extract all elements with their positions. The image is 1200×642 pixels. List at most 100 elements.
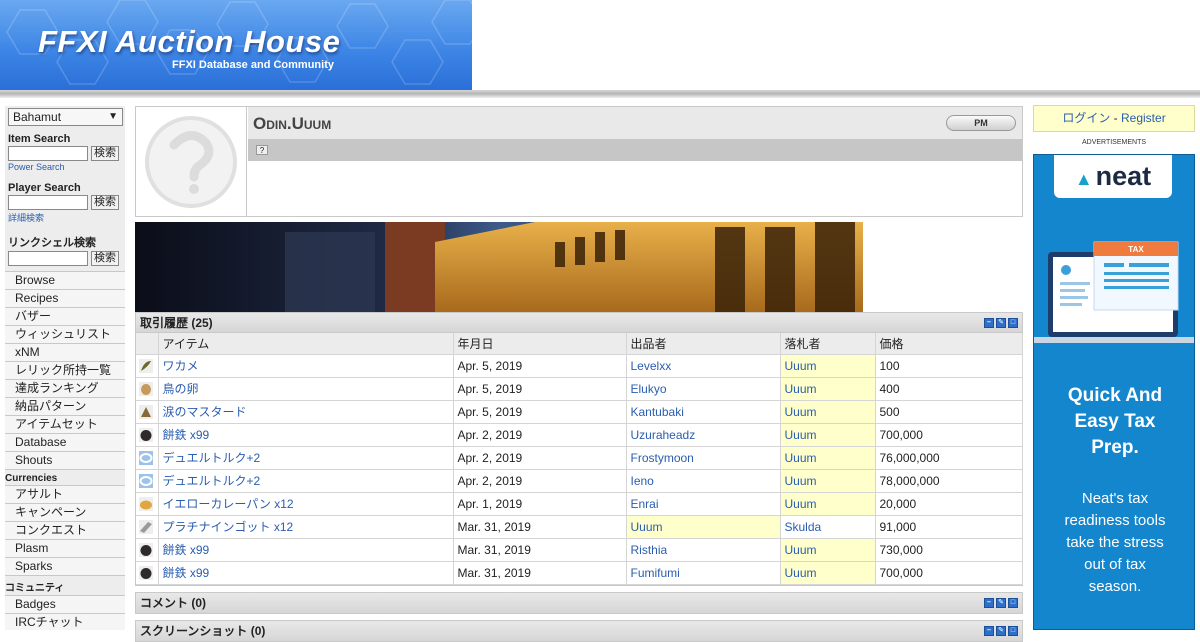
edit-icon[interactable]: ✎ [996, 597, 1006, 608]
bread-icon[interactable] [138, 496, 154, 512]
minimize-icon[interactable]: – [984, 625, 994, 636]
power-search-link[interactable]: Power Search [8, 162, 125, 172]
linkshell-search-button[interactable]: 検索 [91, 251, 119, 266]
item-link[interactable]: イエローカレーパン x12 [163, 497, 294, 511]
header-divider [0, 90, 1200, 98]
column-header-price[interactable]: 価格 [875, 333, 1023, 355]
buyer-link[interactable]: Uuum [785, 405, 817, 419]
sidebar-item-plasm[interactable]: Plasm [5, 539, 125, 557]
sidebar-item-badges[interactable]: Badges [5, 595, 125, 613]
ingot-icon[interactable] [138, 519, 154, 535]
ore-icon[interactable] [138, 565, 154, 581]
mustard-icon[interactable] [138, 404, 154, 420]
sidebar-item-assault[interactable]: アサルト [5, 485, 125, 503]
sidebar-item-database[interactable]: Database [5, 433, 125, 451]
egg-icon[interactable] [138, 381, 154, 397]
avatar [136, 107, 247, 216]
item-link[interactable]: 鳥の卵 [163, 382, 199, 396]
price-cell: 100 [875, 354, 1023, 378]
register-link[interactable]: Register [1121, 111, 1166, 125]
item-link[interactable]: 餅鉄 x99 [163, 428, 210, 442]
maximize-icon[interactable]: □ [1008, 597, 1018, 608]
buyer-link[interactable]: Uuum [785, 451, 817, 465]
table-row: 餅鉄 x99 Mar. 31, 2019 Fumifumi Uuum 700,000 [136, 561, 1023, 585]
buyer-link[interactable]: Uuum [785, 543, 817, 557]
seller-link[interactable]: Uuum [631, 520, 663, 534]
buyer-link[interactable]: Uuum [785, 382, 817, 396]
column-header-buyer[interactable]: 落札者 [780, 333, 876, 355]
edit-icon[interactable]: ✎ [996, 318, 1006, 328]
detail-search-link[interactable]: 詳細検索 [8, 211, 125, 224]
buyer-link[interactable]: Uuum [785, 428, 817, 442]
sidebar-item-item-sets[interactable]: アイテムセット [5, 415, 125, 433]
buyer-link[interactable]: Uuum [785, 359, 817, 373]
player-search-input[interactable] [8, 195, 88, 210]
maximize-icon[interactable]: □ [1008, 318, 1018, 328]
seller-link[interactable]: Elukyo [631, 382, 667, 396]
advertisement-banner[interactable]: ▲ neat TAX Quick And Easy Tax Prep. Neat'… [1033, 154, 1195, 630]
sidebar-item-bazaar[interactable]: バザー [5, 307, 125, 325]
buyer-link[interactable]: Uuum [785, 497, 817, 511]
sidebar-item-delivery[interactable]: 納品パターン [5, 397, 125, 415]
sidebar-item-sparks[interactable]: Sparks [5, 557, 125, 575]
item-search-button[interactable]: 検索 [91, 146, 119, 161]
kelp-icon[interactable] [138, 358, 154, 374]
ore-icon[interactable] [138, 427, 154, 443]
sidebar-item-browse[interactable]: Browse [5, 271, 125, 289]
price-cell: 700,000 [875, 561, 1023, 585]
seller-link[interactable]: Levelxx [631, 359, 672, 373]
item-link[interactable]: プラチナインゴット x12 [163, 520, 294, 534]
seller-link[interactable]: Kantubaki [631, 405, 684, 419]
item-link[interactable]: ワカメ [163, 359, 199, 373]
maximize-icon[interactable]: □ [1008, 625, 1018, 636]
item-link[interactable]: 餅鉄 x99 [163, 566, 210, 580]
item-link[interactable]: 涙のマスタード [163, 405, 247, 419]
torque-icon[interactable] [138, 473, 154, 489]
sidebar-item-campaign[interactable]: キャンペーン [5, 503, 125, 521]
server-select[interactable]: Bahamut ▼ [8, 108, 123, 126]
ore-icon[interactable] [138, 542, 154, 558]
player-search-button[interactable]: 検索 [91, 195, 119, 210]
item-link[interactable]: デュエルトルク+2 [163, 451, 261, 465]
sidebar-item-ranking[interactable]: 達成ランキング [5, 379, 125, 397]
torque-icon[interactable] [138, 450, 154, 466]
buyer-link[interactable]: Skulda [785, 520, 822, 534]
sidebar-item-recipes[interactable]: Recipes [5, 289, 125, 307]
item-link[interactable]: デュエルトルク+2 [163, 474, 261, 488]
sidebar-item-xnm[interactable]: xNM [5, 343, 125, 361]
minimize-icon[interactable]: – [984, 318, 994, 328]
sidebar-item-conquest[interactable]: コンクエスト [5, 521, 125, 539]
item-search-input[interactable] [8, 146, 88, 161]
item-icon-cell [136, 538, 159, 562]
seller-link[interactable]: Ieno [631, 474, 654, 488]
help-icon[interactable]: ? [256, 145, 268, 155]
sidebar-item-wishlist[interactable]: ウィッシュリスト [5, 325, 125, 343]
seller-cell: Enrai [626, 492, 781, 516]
seller-link[interactable]: Frostymoon [631, 451, 694, 465]
buyer-link[interactable]: Uuum [785, 566, 817, 580]
column-header-seller[interactable]: 出品者 [626, 333, 781, 355]
column-header-item[interactable]: アイテム [158, 333, 454, 355]
column-header-date[interactable]: 年月日 [453, 333, 627, 355]
seller-link[interactable]: Fumifumi [631, 566, 680, 580]
seller-link[interactable]: Risthia [631, 543, 668, 557]
site-banner[interactable]: FFXI Auction House FFXI Database and Com… [0, 0, 472, 90]
sidebar-item-irc[interactable]: IRCチャット [5, 613, 125, 630]
site-title[interactable]: FFXI Auction House [38, 24, 340, 60]
date-cell: Mar. 31, 2019 [453, 538, 627, 562]
minimize-icon[interactable]: – [984, 597, 994, 608]
seller-link[interactable]: Enrai [631, 497, 659, 511]
table-row: プラチナインゴット x12 Mar. 31, 2019 Uuum Skulda 91,0… [136, 515, 1023, 539]
sidebar-item-relic[interactable]: レリック所持一覧 [5, 361, 125, 379]
buyer-link[interactable]: Uuum [785, 474, 817, 488]
seller-link[interactable]: Uzuraheadz [631, 428, 696, 442]
pm-button[interactable]: PM [946, 115, 1016, 131]
buyer-cell: Uuum [780, 377, 876, 401]
buyer-cell: Skulda [780, 515, 876, 539]
sidebar-item-shouts[interactable]: Shouts [5, 451, 125, 469]
date-cell: Apr. 2, 2019 [453, 469, 627, 493]
item-link[interactable]: 餅鉄 x99 [163, 543, 210, 557]
linkshell-search-input[interactable] [8, 251, 88, 266]
login-link[interactable]: ログイン [1062, 111, 1110, 125]
edit-icon[interactable]: ✎ [996, 625, 1006, 636]
